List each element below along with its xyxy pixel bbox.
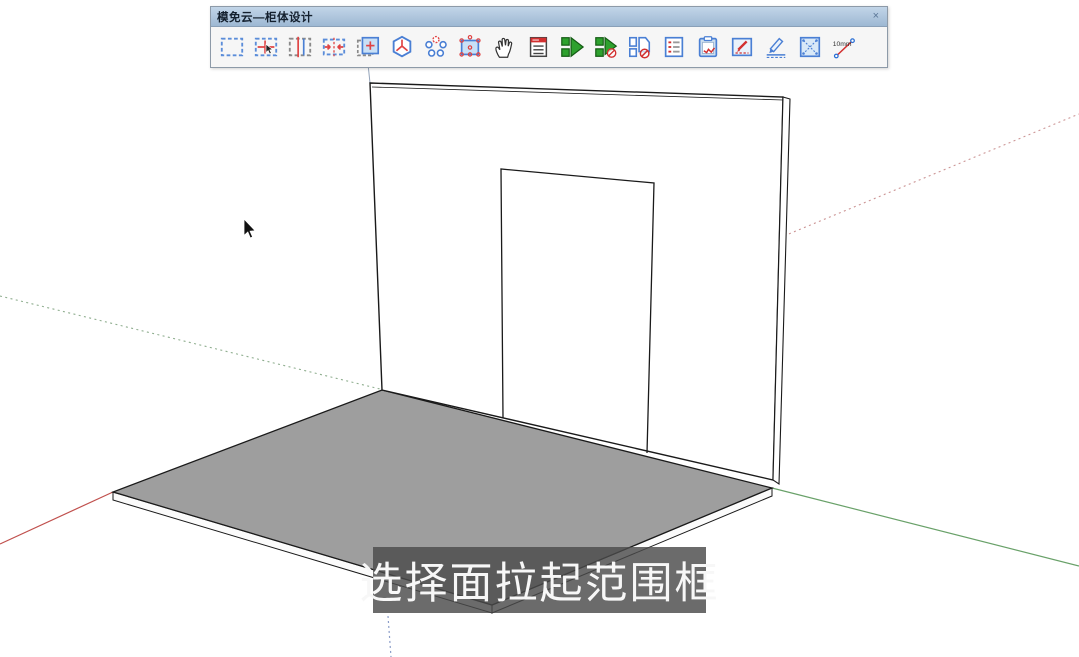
dimension-10mm-icon: 10mm — [830, 34, 857, 60]
green-axis — [772, 488, 1079, 566]
range-box-button[interactable] — [218, 32, 245, 61]
material-list-button[interactable] — [660, 32, 687, 61]
red-axis-dotted — [779, 114, 1079, 238]
circle-array-button[interactable] — [422, 32, 449, 61]
range-box-icon — [219, 34, 245, 60]
blue-axis-dotted — [388, 616, 391, 657]
dimension-label: 10mm — [833, 41, 852, 48]
add-panel-icon — [355, 34, 381, 60]
frame-adjust-button[interactable] — [796, 32, 823, 61]
cut-list-form-icon — [525, 34, 551, 60]
subtitle-caption: 选择面拉起范围框 — [373, 547, 706, 613]
close-icon[interactable]: × — [871, 11, 881, 22]
export-boards-marked-button[interactable] — [592, 32, 619, 61]
export-boards-icon — [559, 34, 585, 60]
fit-inward-button[interactable] — [320, 32, 347, 61]
green-axis-dotted — [0, 296, 380, 389]
draw-pen-icon — [729, 34, 755, 60]
cube-component-button[interactable] — [388, 32, 415, 61]
pan-hand-button[interactable] — [490, 32, 517, 61]
grip-board-button[interactable] — [456, 32, 483, 61]
fit-inward-icon — [321, 34, 347, 60]
add-panel-button[interactable] — [354, 32, 381, 61]
select-face-range-button[interactable] — [252, 32, 279, 61]
material-list-icon — [661, 34, 687, 60]
circle-array-icon — [423, 34, 449, 60]
disable-panels-button[interactable] — [626, 32, 653, 61]
pencil-measure-icon — [763, 34, 789, 60]
dimension-10mm-button[interactable]: 10mm — [830, 32, 857, 61]
clipboard-edit-icon — [695, 34, 721, 60]
export-boards-button[interactable] — [558, 32, 585, 61]
export-boards-marked-icon — [593, 34, 619, 60]
cursor-arrow-icon — [244, 219, 255, 238]
pencil-measure-button[interactable] — [762, 32, 789, 61]
red-axis — [0, 492, 113, 544]
application-window: 模免云—柜体设计 × — [0, 0, 1079, 657]
grip-board-icon — [457, 34, 483, 60]
toolbar-titlebar[interactable]: 模免云—柜体设计 × — [211, 7, 887, 27]
split-panel-icon — [287, 34, 313, 60]
frame-adjust-icon — [797, 34, 823, 60]
split-panel-button[interactable] — [286, 32, 313, 61]
clipboard-edit-button[interactable] — [694, 32, 721, 61]
cube-component-icon — [389, 34, 415, 60]
disable-panels-icon — [627, 34, 653, 60]
cut-list-form-button[interactable] — [524, 32, 551, 61]
toolbar-title: 模免云—柜体设计 — [217, 9, 313, 25]
plugin-toolbar: 模免云—柜体设计 × — [210, 6, 888, 68]
toolbar-buttons-row: 10mm — [211, 27, 887, 67]
select-face-range-icon — [253, 34, 279, 60]
pan-hand-icon — [491, 34, 517, 60]
subtitle-text: 选择面拉起范围框 — [360, 549, 720, 611]
draw-pen-button[interactable] — [728, 32, 755, 61]
